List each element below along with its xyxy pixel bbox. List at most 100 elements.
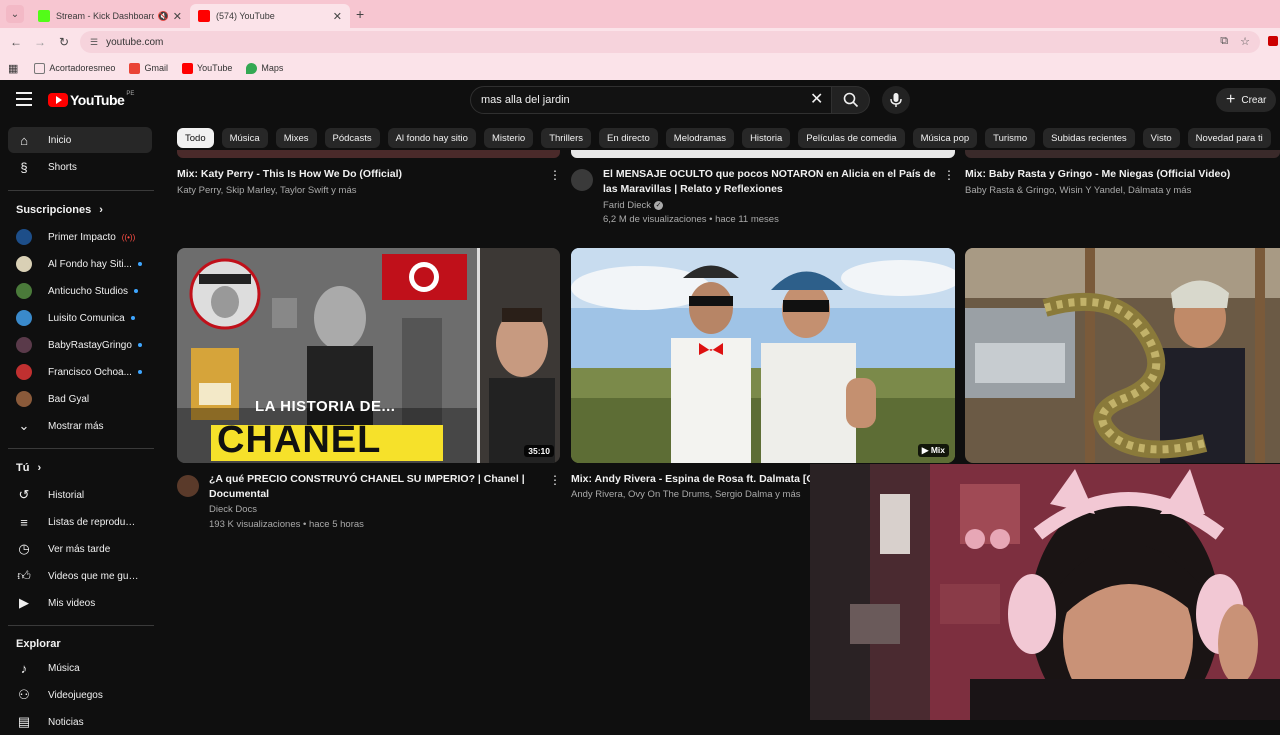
close-tab-icon[interactable]: ✕ (173, 10, 182, 23)
youtube-play-icon (48, 93, 68, 107)
chip[interactable]: Thrillers (541, 128, 591, 148)
divider (8, 190, 154, 191)
sidebar-item-subscription[interactable]: Bad Gyal (8, 386, 152, 412)
install-app-icon[interactable]: ⧉ (1220, 35, 1228, 48)
bookmark-label: Maps (261, 63, 284, 73)
close-tab-icon[interactable]: ✕ (333, 10, 342, 23)
chip[interactable]: Todo (177, 128, 214, 148)
video-thumbnail[interactable]: LA HISTORIA DE... CHANEL 35:10 (177, 248, 560, 463)
youtube-logo[interactable]: YouTube PE (48, 91, 134, 108)
channel-avatar[interactable] (571, 169, 593, 191)
video-title[interactable]: Mix: Katy Perry - This Is How We Do (Off… (177, 167, 537, 182)
channel-avatar (16, 283, 32, 299)
channel-avatar (16, 337, 32, 353)
menu-icon[interactable] (16, 92, 32, 106)
sidebar-item-subscription[interactable]: Primer Impacto ((•)) (8, 224, 152, 250)
browser-tab[interactable]: Stream - Kick Dashboard 🔇 ✕ (30, 4, 190, 28)
sidebar-item-news[interactable]: ▤ Noticias (8, 709, 152, 735)
video-title[interactable]: Mix: Andy Rivera - Espina de Rosa ft. Da… (571, 472, 811, 487)
video-title[interactable]: El MENSAJE OCULTO que pocos NOTARON en A… (603, 167, 943, 197)
sidebar-item-my-videos[interactable]: ▶ Mis videos (8, 590, 152, 616)
sidebar-item-show-more[interactable]: ⌄ Mostrar más (8, 413, 152, 439)
channel-name[interactable]: Farid Dieck ✓ (603, 199, 943, 213)
sidebar-item-subscription[interactable]: Al Fondo hay Siti... (8, 251, 152, 277)
chip[interactable]: Películas de comedia (798, 128, 905, 148)
extension-icon[interactable] (1268, 36, 1278, 46)
apps-icon[interactable]: ▦ (8, 62, 18, 75)
thumbnail-text: CHANEL (217, 419, 382, 461)
bookmark-item[interactable]: YouTube (181, 62, 232, 74)
tab-search-button[interactable]: ⌄ (6, 5, 24, 23)
search-input[interactable]: mas alla del jardin (470, 86, 832, 114)
maps-icon (246, 62, 258, 74)
video-thumbnail[interactable] (571, 150, 955, 158)
channel-avatar (16, 364, 32, 380)
video-thumbnail[interactable] (965, 248, 1280, 463)
search-button[interactable] (832, 86, 870, 114)
sidebar-item-playlists[interactable]: ≡ Listas de reproducc... (8, 509, 152, 535)
chip[interactable]: Música pop (912, 128, 978, 148)
video-meta[interactable]: Andy Rivera, Ovy On The Drums, Sergio Da… (571, 488, 811, 502)
more-options-icon[interactable]: ⋮ (549, 473, 561, 487)
sidebar-item-watch-later[interactable]: ◷ Ver más tarde (8, 536, 152, 562)
channel-name[interactable]: Dieck Docs (209, 503, 539, 517)
chip[interactable]: Misterio (483, 128, 534, 148)
sidebar-item-home[interactable]: ⌂ Inicio (8, 127, 152, 153)
bookmark-item[interactable]: Gmail (129, 62, 168, 74)
new-content-dot (130, 316, 135, 320)
mix-badge-label: Mix (930, 445, 945, 455)
video-meta[interactable]: Katy Perry, Skip Marley, Taylor Swift y … (177, 184, 537, 198)
chip[interactable]: En directo (599, 128, 658, 148)
video-meta[interactable]: Baby Rasta & Gringo, Wisin Y Yandel, Dál… (965, 184, 1275, 198)
chip[interactable]: Mixes (275, 128, 317, 148)
sidebar-item-gaming[interactable]: ⚇ Videojuegos (8, 682, 152, 708)
video-thumbnail[interactable] (965, 150, 1280, 158)
video-title[interactable]: ¿A qué PRECIO CONSTRUYÓ CHANEL SU IMPERI… (209, 472, 539, 502)
video-title[interactable]: Mix: Baby Rasta y Gringo - Me Niegas (Of… (965, 167, 1275, 182)
chip[interactable]: Al fondo hay sitio (387, 128, 476, 148)
forward-icon[interactable]: → (28, 35, 52, 49)
sidebar-item-history[interactable]: ↺ Historial (8, 482, 152, 508)
more-options-icon[interactable]: ⋮ (549, 168, 561, 182)
more-options-icon[interactable]: ⋮ (943, 168, 955, 182)
address-bar[interactable]: ☰ youtube.com ⧉ ☆ (80, 31, 1260, 53)
chip[interactable]: Historia (742, 128, 791, 148)
create-label: Crear (1241, 94, 1267, 106)
sidebar-item-liked[interactable]: 👍︎ Videos que me gus... (8, 563, 152, 589)
mute-icon[interactable]: 🔇 (158, 11, 169, 22)
create-button[interactable]: + Crear (1216, 88, 1277, 112)
chip[interactable]: Subidas recientes (1043, 128, 1135, 148)
back-icon[interactable]: ← (4, 35, 28, 49)
new-tab-icon[interactable]: + (356, 6, 364, 22)
chip[interactable]: Turismo (985, 128, 1036, 148)
sidebar-item-subscription[interactable]: Anticucho Studios (8, 278, 152, 304)
sidebar-item-label: Francisco Ochoa... (48, 366, 132, 378)
video-thumbnail[interactable]: ▶ Mix (571, 248, 955, 463)
reload-icon[interactable]: ↻ (52, 35, 76, 49)
channel-avatar[interactable] (177, 475, 199, 497)
video-thumbnail[interactable] (177, 150, 560, 158)
chip[interactable]: Novedad para ti (1187, 128, 1271, 148)
sidebar-item-subscription[interactable]: BabyRastayGringo (8, 332, 152, 358)
chip[interactable]: Música (221, 128, 268, 148)
new-content-dot (137, 262, 142, 266)
clear-search-icon[interactable]: ✕ (810, 90, 823, 110)
sidebar-item-shorts[interactable]: § Shorts (8, 154, 152, 180)
chip[interactable]: Melodramas (665, 128, 735, 148)
bookmark-star-icon[interactable]: ☆ (1240, 35, 1250, 48)
chip[interactable]: Visto (1142, 128, 1180, 148)
sidebar-item-label: Ver más tarde (48, 543, 111, 555)
bookmark-item[interactable]: Acortadoresmeo (34, 62, 115, 74)
yt-header: YouTube PE mas alla del jardin ✕ + Crear (0, 80, 1280, 120)
sidebar-item-subscription[interactable]: Luisito Comunica (8, 305, 152, 331)
sidebar-item-music[interactable]: ♪ Música (8, 655, 152, 681)
you-heading[interactable]: Tú › (16, 462, 41, 474)
voice-search-button[interactable] (882, 86, 910, 114)
bookmark-item[interactable]: Maps (246, 62, 284, 74)
new-content-dot (137, 370, 142, 374)
browser-tab-active[interactable]: (574) YouTube ✕ (190, 4, 350, 28)
sidebar-item-subscription[interactable]: Francisco Ochoa... (8, 359, 152, 385)
chip[interactable]: Pódcasts (324, 128, 380, 148)
subscriptions-heading[interactable]: Suscripciones › (16, 204, 103, 216)
site-info-icon[interactable]: ☰ (90, 37, 98, 48)
